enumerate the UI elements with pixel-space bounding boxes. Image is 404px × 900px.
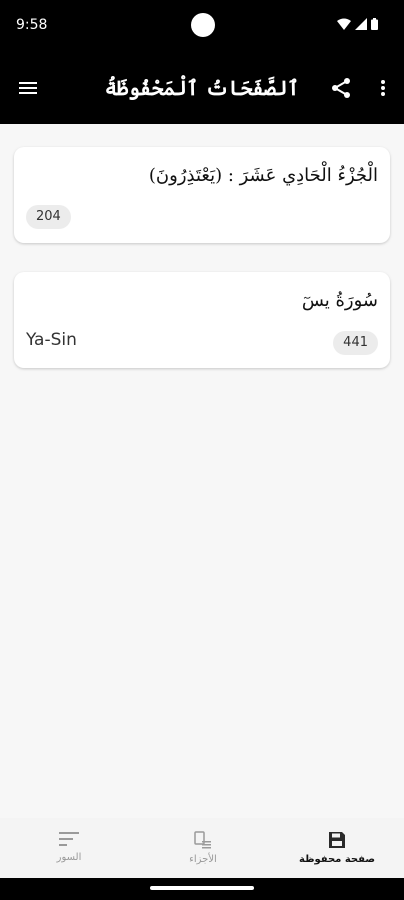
signal-icon: [355, 18, 367, 30]
saved-page-card[interactable]: سُورَةُ يسٓ Ya-Sin 441: [14, 272, 390, 368]
wifi-icon: [337, 18, 351, 30]
menu-button[interactable]: [16, 76, 40, 100]
saved-page-title: سُورَةُ يسٓ: [301, 290, 378, 311]
share-button[interactable]: [329, 76, 353, 100]
camera-cutout: [191, 13, 215, 37]
save-icon: [329, 832, 345, 848]
bottom-navigation: السور الأجزاء صفحة محفوظة: [0, 818, 404, 878]
battery-icon: [371, 18, 378, 30]
nav-item-suras[interactable]: السور: [2, 818, 136, 878]
home-indicator[interactable]: [150, 886, 254, 890]
nav-item-saved-page[interactable]: صفحة محفوظة: [270, 818, 404, 878]
status-icons: [337, 18, 378, 30]
saved-page-card[interactable]: الْجُزْءُ الْحَادِي عَشَرَ : (يَعْتَذِرُ…: [14, 147, 390, 243]
list-icon: [59, 832, 79, 846]
page-title: ٱلصَّفَحَاتُ ٱلْمَحْفُوظَةُ: [104, 76, 300, 100]
nav-item-juz[interactable]: الأجزاء: [136, 818, 270, 878]
share-icon: [332, 78, 350, 98]
status-time: 9:58: [16, 17, 48, 33]
page-number-badge: 441: [333, 331, 378, 355]
nav-item-label: الأجزاء: [189, 854, 217, 865]
more-vert-icon: [381, 80, 385, 96]
surah-transliteration: Ya-Sin: [26, 330, 77, 350]
page-number-badge: 204: [26, 205, 71, 229]
nav-item-label: صفحة محفوظة: [299, 854, 375, 865]
gesture-bar: [0, 878, 404, 900]
juz-icon: [194, 831, 211, 849]
status-bar: 9:58: [0, 0, 404, 52]
saved-page-title: الْجُزْءُ الْحَادِي عَشَرَ : (يَعْتَذِرُ…: [148, 165, 378, 186]
more-options-button[interactable]: [373, 76, 393, 100]
nav-item-label: السور: [56, 852, 82, 863]
menu-icon: [19, 82, 37, 94]
app-bar: ٱلصَّفَحَاتُ ٱلْمَحْفُوظَةُ: [0, 52, 404, 124]
